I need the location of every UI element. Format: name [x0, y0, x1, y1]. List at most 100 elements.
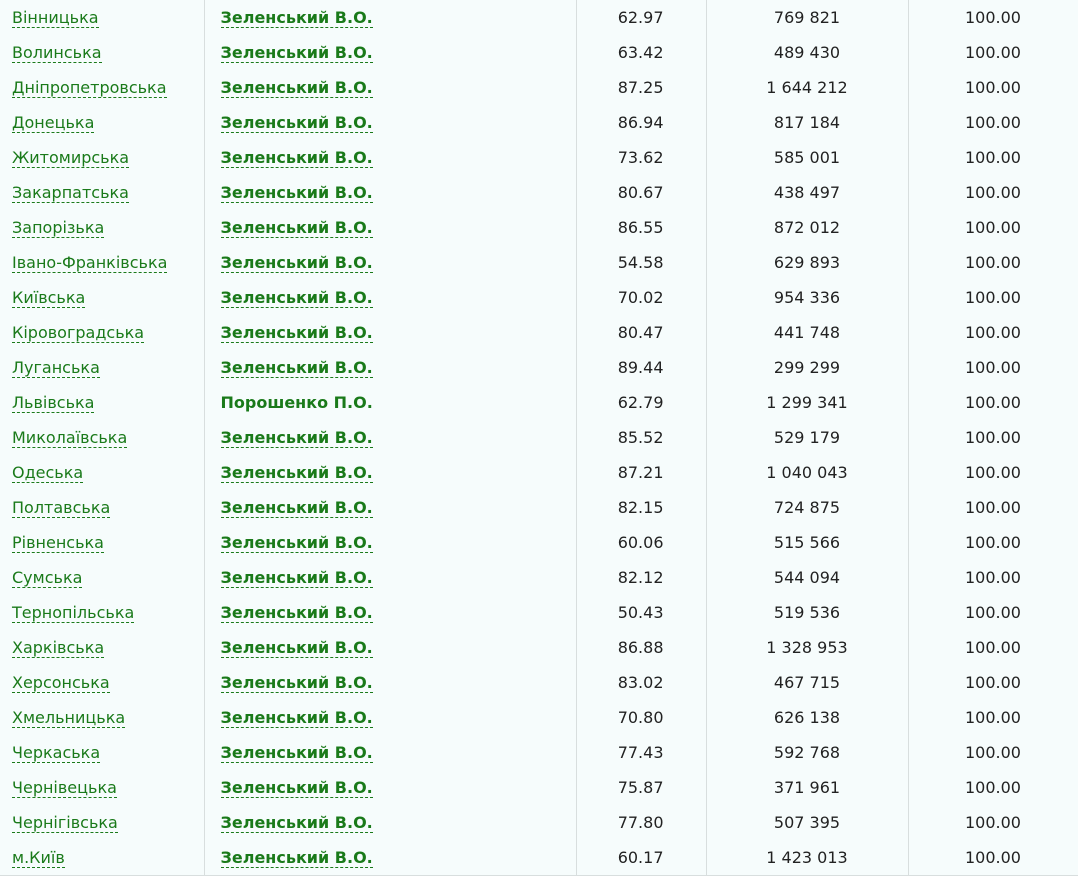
region-cell: Рівненська: [0, 525, 205, 560]
region-link[interactable]: Івано-Франківська: [12, 253, 168, 273]
processed-cell: 100.00: [908, 140, 1078, 175]
region-link[interactable]: Луганська: [12, 358, 100, 378]
winner-cell: Зеленський В.О.: [204, 560, 577, 595]
region-link[interactable]: Чернівецька: [12, 778, 117, 798]
processed-cell: 100.00: [908, 525, 1078, 560]
region-link[interactable]: м.Київ: [12, 848, 65, 868]
winner-cell: Зеленський В.О.: [204, 70, 577, 105]
region-link[interactable]: Рівненська: [12, 533, 104, 553]
percent-cell: 87.25: [576, 70, 707, 105]
region-link[interactable]: Житомирська: [12, 148, 130, 168]
region-link[interactable]: Чернігівська: [12, 813, 118, 833]
winner-link[interactable]: Зеленський В.О.: [220, 708, 373, 728]
winner-link[interactable]: Зеленський В.О.: [220, 813, 373, 833]
region-link[interactable]: Одеська: [12, 463, 84, 483]
region-link[interactable]: Тернопільська: [12, 603, 135, 623]
winner-link[interactable]: Зеленський В.О.: [220, 533, 373, 553]
region-cell: Чернігівська: [0, 805, 205, 840]
winner-cell: Зеленський В.О.: [204, 665, 577, 700]
winner-link[interactable]: Зеленський В.О.: [220, 218, 373, 238]
region-link[interactable]: Вінницька: [12, 8, 99, 28]
table-row: Київська Зеленський В.О. 70.02 954 336 100.0…: [0, 280, 1078, 315]
winner-link[interactable]: Зеленський В.О.: [220, 428, 373, 448]
processed-cell: 100.00: [908, 35, 1078, 70]
voters-cell: 626 138: [706, 700, 909, 735]
voters-cell: 515 566: [706, 525, 909, 560]
region-cell: Миколаївська: [0, 420, 205, 455]
percent-cell: 70.80: [576, 700, 707, 735]
processed-cell: 100.00: [908, 105, 1078, 140]
table-row: Полтавська Зеленський В.О. 82.15 724 875 100…: [0, 490, 1078, 525]
winner-link[interactable]: Зеленський В.О.: [220, 8, 373, 28]
voters-cell: 1 040 043: [706, 455, 909, 490]
winner-link[interactable]: Зеленський В.О.: [220, 113, 373, 133]
percent-cell: 86.94: [576, 105, 707, 140]
percent-cell: 63.42: [576, 35, 707, 70]
processed-cell: 100.00: [908, 805, 1078, 840]
winner-link[interactable]: Зеленський В.О.: [220, 463, 373, 483]
table-row: Вінницька Зеленський В.О. 62.97 769 821 100.…: [0, 0, 1078, 35]
winner-link[interactable]: Зеленський В.О.: [220, 743, 373, 763]
winner-link[interactable]: Зеленський В.О.: [220, 43, 373, 63]
winner-link[interactable]: Зеленський В.О.: [220, 848, 373, 868]
region-link[interactable]: Хмельницька: [12, 708, 126, 728]
region-link[interactable]: Черкаська: [12, 743, 101, 763]
region-link[interactable]: Донецька: [12, 113, 95, 133]
processed-cell: 100.00: [908, 735, 1078, 770]
voters-cell: 769 821: [706, 0, 909, 35]
region-link[interactable]: Полтавська: [12, 498, 111, 518]
winner-link[interactable]: Зеленський В.О.: [220, 603, 373, 623]
winner-link[interactable]: Зеленський В.О.: [220, 323, 373, 343]
table-row: Донецька Зеленський В.О. 86.94 817 184 100.0…: [0, 105, 1078, 140]
winner-link[interactable]: Зеленський В.О.: [220, 638, 373, 658]
table-row: Чернівецька Зеленський В.О. 75.87 371 961 10…: [0, 770, 1078, 805]
processed-cell: 100.00: [908, 595, 1078, 630]
winner-cell: Зеленський В.О.: [204, 105, 577, 140]
region-link[interactable]: Кіровоградська: [12, 323, 145, 343]
region-cell: Сумська: [0, 560, 205, 595]
processed-cell: 100.00: [908, 245, 1078, 280]
percent-cell: 83.02: [576, 665, 707, 700]
region-link[interactable]: Дніпропетровська: [12, 78, 167, 98]
winner-link[interactable]: Зеленський В.О.: [220, 778, 373, 798]
region-link[interactable]: Сумська: [12, 568, 83, 588]
processed-cell: 100.00: [908, 210, 1078, 245]
region-cell: Хмельницька: [0, 700, 205, 735]
percent-cell: 82.15: [576, 490, 707, 525]
winner-link[interactable]: Зеленський В.О.: [220, 183, 373, 203]
region-cell: Львівська: [0, 385, 205, 420]
winner-link[interactable]: Зеленський В.О.: [220, 253, 373, 273]
table-row: Запорізька Зеленський В.О. 86.55 872 012 100…: [0, 210, 1078, 245]
winner-link[interactable]: Зеленський В.О.: [220, 358, 373, 378]
voters-cell: 519 536: [706, 595, 909, 630]
winner-link[interactable]: Зеленський В.О.: [220, 498, 373, 518]
region-link[interactable]: Львівська: [12, 393, 95, 413]
winner-link[interactable]: Зеленський В.О.: [220, 568, 373, 588]
region-link[interactable]: Закарпатська: [12, 183, 129, 203]
region-link[interactable]: Херсонська: [12, 673, 110, 693]
winner-name: Порошенко П.О.: [220, 393, 373, 412]
region-link[interactable]: Харківська: [12, 638, 105, 658]
region-cell: Житомирська: [0, 140, 205, 175]
table-row: Львівська Порошенко П.О. 62.79 1 299 341 100…: [0, 385, 1078, 420]
region-link[interactable]: Запорізька: [12, 218, 105, 238]
winner-cell: Зеленський В.О.: [204, 35, 577, 70]
voters-cell: 438 497: [706, 175, 909, 210]
table-row: Тернопільська Зеленський В.О. 50.43 519 536…: [0, 595, 1078, 630]
region-cell: Запорізька: [0, 210, 205, 245]
table-row: Дніпропетровська Зеленський В.О. 87.25 1 64…: [0, 70, 1078, 105]
winner-link[interactable]: Зеленський В.О.: [220, 673, 373, 693]
table-row: Волинська Зеленський В.О. 63.42 489 430 100.…: [0, 35, 1078, 70]
winner-link[interactable]: Зеленський В.О.: [220, 148, 373, 168]
processed-cell: 100.00: [908, 630, 1078, 665]
winner-link[interactable]: Зеленський В.О.: [220, 288, 373, 308]
region-link[interactable]: Миколаївська: [12, 428, 128, 448]
voters-cell: 592 768: [706, 735, 909, 770]
winner-link[interactable]: Зеленський В.О.: [220, 78, 373, 98]
voters-cell: 299 299: [706, 350, 909, 385]
region-cell: Київська: [0, 280, 205, 315]
voters-cell: 954 336: [706, 280, 909, 315]
region-link[interactable]: Волинська: [12, 43, 102, 63]
region-link[interactable]: Київська: [12, 288, 86, 308]
voters-cell: 1 644 212: [706, 70, 909, 105]
